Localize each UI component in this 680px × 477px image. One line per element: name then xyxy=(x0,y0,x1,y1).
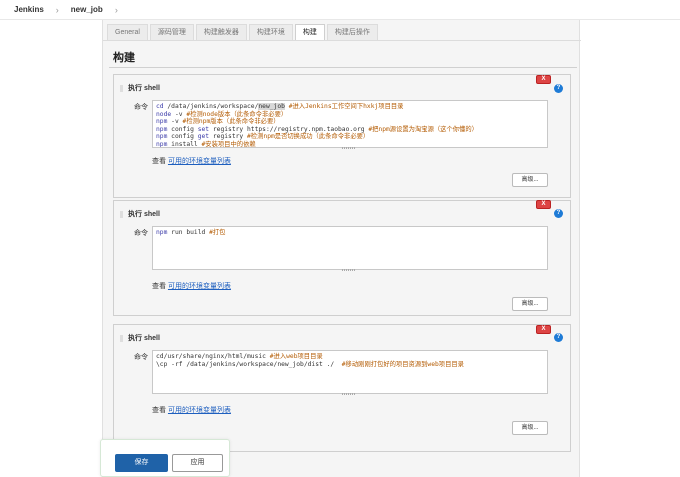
command-label: 命令 xyxy=(134,354,148,361)
code-line: npm install #安装项目中的依赖 xyxy=(156,140,256,148)
env-vars-line: 查看 可用的环境变量列表 xyxy=(152,281,231,291)
advanced-button[interactable]: 高级... xyxy=(512,173,548,187)
section-divider xyxy=(109,67,577,68)
textarea-resize-handle[interactable] xyxy=(342,393,356,395)
drag-handle-icon[interactable] xyxy=(120,84,123,92)
save-button[interactable]: 保存 xyxy=(115,454,168,472)
build-step-header: 执行 shell xyxy=(120,333,160,343)
env-vars-prefix: 查看 xyxy=(152,283,166,290)
tab-build[interactable]: 构建 xyxy=(294,24,325,41)
help-icon[interactable]: ? xyxy=(554,333,563,342)
code-line: npm config get registry #检测npm是否切换成功（此条命… xyxy=(156,133,370,141)
code-line: \cp -rf /data/jenkins/workspace/new_job/… xyxy=(156,360,464,368)
env-vars-link[interactable]: 可用的环境变量列表 xyxy=(168,407,231,414)
breadcrumb-separator-icon[interactable]: › xyxy=(56,5,59,15)
help-icon[interactable]: ? xyxy=(554,209,563,218)
env-vars-link[interactable]: 可用的环境变量列表 xyxy=(168,283,231,290)
breadcrumb: Jenkins › new_job › xyxy=(0,0,680,20)
build-step-shell-1: 执行 shell X ? 命令 cd /data/jenkins/workspa… xyxy=(113,74,571,198)
tab-general[interactable]: General xyxy=(107,24,148,40)
breadcrumb-jenkins[interactable]: Jenkins xyxy=(14,5,44,14)
build-step-shell-3: 执行 shell X ? 命令 cd/usr/share/nginx/html/… xyxy=(113,324,571,452)
tab-divider xyxy=(103,40,581,41)
env-vars-prefix: 查看 xyxy=(152,407,166,414)
code-line: npm -v #检测npm版本（此条命令非必要） xyxy=(156,118,280,126)
build-step-header: 执行 shell xyxy=(120,83,160,93)
advanced-button[interactable]: 高级... xyxy=(512,421,548,435)
build-step-title: 执行 shell xyxy=(128,335,160,342)
command-textarea[interactable]: cd /data/jenkins/workspace/new_job #进入Je… xyxy=(152,100,548,148)
env-vars-prefix: 查看 xyxy=(152,158,166,165)
command-label: 命令 xyxy=(134,104,148,111)
config-tabs: General 源码管理 构建触发器 构建环境 构建 构建后操作 xyxy=(107,24,380,41)
env-vars-line: 查看 可用的环境变量列表 xyxy=(152,156,231,166)
config-page: General 源码管理 构建触发器 构建环境 构建 构建后操作 构建 执行 s… xyxy=(102,20,581,477)
delete-step-button[interactable]: X xyxy=(536,200,551,209)
delete-step-button[interactable]: X xyxy=(536,325,551,334)
breadcrumb-job[interactable]: new_job xyxy=(71,5,103,14)
code-line: node -v #检测node版本（此条命令非必要） xyxy=(156,110,288,118)
section-title: 构建 xyxy=(113,52,135,64)
command-textarea[interactable]: npm run build #打包 xyxy=(152,226,548,270)
save-apply-bar: 保存 应用 xyxy=(100,439,230,477)
help-icon[interactable]: ? xyxy=(554,84,563,93)
textarea-resize-handle[interactable] xyxy=(342,269,356,271)
code-line: cd /data/jenkins/workspace/new_job #进入Je… xyxy=(156,103,404,110)
tab-build-environment[interactable]: 构建环境 xyxy=(248,24,293,40)
apply-button[interactable]: 应用 xyxy=(172,454,223,472)
advanced-button[interactable]: 高级... xyxy=(512,297,548,311)
build-step-shell-2: 执行 shell X ? 命令 npm run build #打包 查看 可用的… xyxy=(113,200,571,316)
tab-build-triggers[interactable]: 构建触发器 xyxy=(195,24,247,40)
drag-handle-icon[interactable] xyxy=(120,334,123,342)
build-step-title: 执行 shell xyxy=(128,211,160,218)
breadcrumb-separator-icon[interactable]: › xyxy=(115,5,118,15)
tab-source-control[interactable]: 源码管理 xyxy=(149,24,194,40)
code-line: npm run build #打包 xyxy=(156,229,226,236)
build-step-header: 执行 shell xyxy=(120,209,160,219)
drag-handle-icon[interactable] xyxy=(120,210,123,218)
build-step-title: 执行 shell xyxy=(128,85,160,92)
code-line: npm config set registry https://registry… xyxy=(156,125,478,133)
textarea-resize-handle[interactable] xyxy=(342,147,356,149)
delete-step-button[interactable]: X xyxy=(536,75,551,84)
command-textarea[interactable]: cd/usr/share/nginx/html/music #进入web项目目录… xyxy=(152,350,548,394)
env-vars-link[interactable]: 可用的环境变量列表 xyxy=(168,158,231,165)
tab-post-build[interactable]: 构建后操作 xyxy=(326,24,378,40)
code-line: cd/usr/share/nginx/html/music #进入web项目目录 xyxy=(156,353,323,360)
env-vars-line: 查看 可用的环境变量列表 xyxy=(152,405,231,415)
command-label: 命令 xyxy=(134,230,148,237)
